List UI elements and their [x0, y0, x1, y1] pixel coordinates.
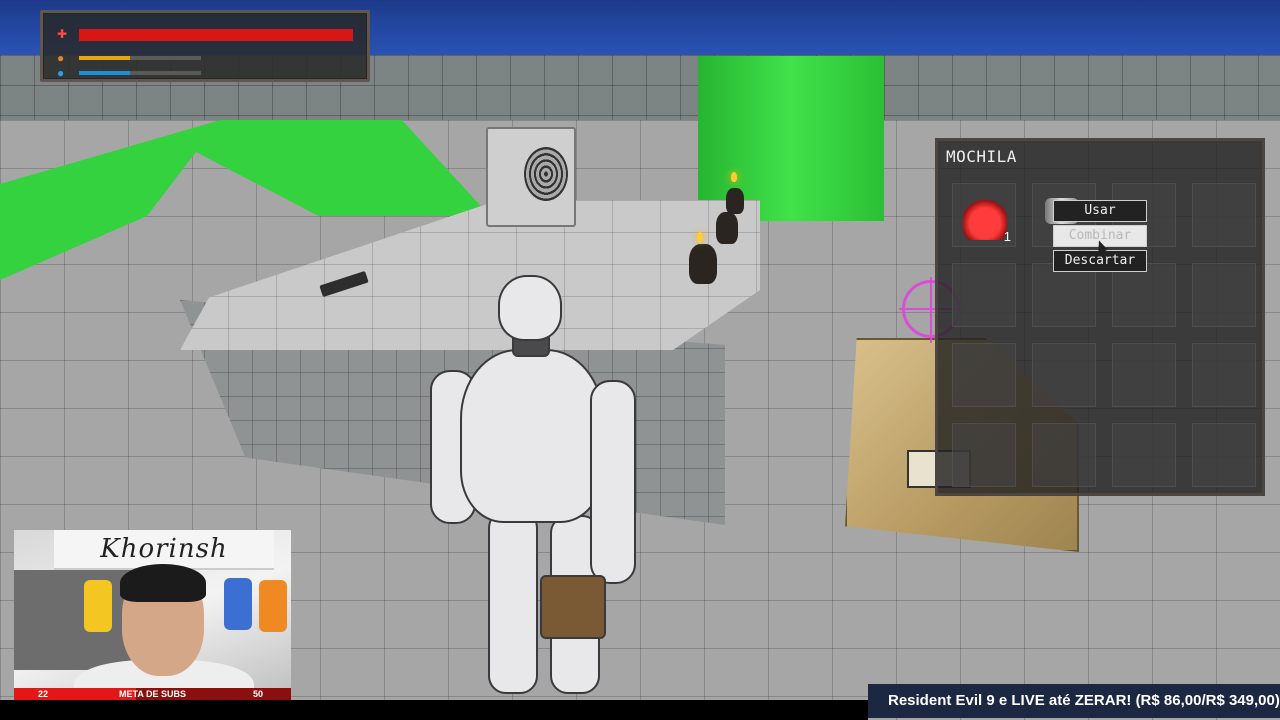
- inventory-slot[interactable]: [1192, 183, 1256, 247]
- thirst-track: [79, 71, 201, 75]
- clay-vase[interactable]: [689, 244, 717, 284]
- inventory-title: MOCHILA: [946, 147, 1017, 166]
- thirst-bar: ●: [57, 66, 357, 81]
- shelf: [14, 570, 134, 670]
- collectible-figure: [259, 580, 287, 632]
- webcam-overlay: Khorinsh: [14, 530, 291, 702]
- status-panel: ✚ ● ●: [40, 10, 370, 82]
- air-conditioner: [486, 127, 576, 227]
- health-bar: ✚: [57, 27, 357, 42]
- health-track: [79, 29, 353, 41]
- collectible-figure: [224, 578, 252, 630]
- inventory-slot[interactable]: [1192, 343, 1256, 407]
- item-context-menu: Usar Combinar Descartar: [1053, 200, 1149, 275]
- health-icon: ✚: [57, 27, 68, 41]
- character-holster: [540, 575, 606, 639]
- inventory-slot[interactable]: [1032, 423, 1096, 487]
- sub-goal-bar: META DE SUBS 22 50: [14, 688, 291, 700]
- donation-ticker: Resident Evil 9 e LIVE até ZERAR! (R$ 86…: [868, 684, 1280, 718]
- hunger-track: [79, 56, 201, 60]
- pickup-glow: [731, 172, 737, 182]
- sub-goal-label: META DE SUBS: [118, 689, 186, 699]
- inventory-slot[interactable]: [1112, 343, 1176, 407]
- item-count: 1: [1003, 229, 1011, 244]
- inventory-slot[interactable]: [952, 423, 1016, 487]
- hunger-fill: [79, 56, 131, 60]
- inventory-slot[interactable]: [1032, 343, 1096, 407]
- game-viewport[interactable]: ✚ ● ● MOCHILA 1 Usar Combinar Descartar …: [0, 0, 1280, 720]
- clay-vase[interactable]: [726, 188, 744, 214]
- health-fill: [79, 29, 353, 41]
- discard-button[interactable]: Descartar: [1053, 250, 1147, 272]
- character-torso: [460, 349, 604, 523]
- pickup-glow: [697, 232, 703, 242]
- hunger-bar: ●: [57, 51, 357, 66]
- inventory-slot[interactable]: [1112, 423, 1176, 487]
- thirst-fill: [79, 71, 131, 75]
- player-character: [430, 275, 640, 695]
- sub-goal-target: 50: [252, 689, 263, 699]
- use-button[interactable]: Usar: [1053, 200, 1147, 222]
- fan-grille: [524, 147, 568, 201]
- water-drop-icon: ●: [57, 66, 65, 80]
- character-arm-right: [590, 380, 636, 584]
- inventory-slot[interactable]: [1192, 423, 1256, 487]
- inventory-panel: MOCHILA 1: [935, 138, 1265, 496]
- character-head: [498, 275, 562, 341]
- food-icon: ●: [57, 51, 65, 65]
- streamer-hair: [120, 564, 206, 602]
- collectible-figure: [84, 580, 112, 632]
- inventory-slot[interactable]: 1: [952, 183, 1016, 247]
- letterbox-bar: [0, 700, 868, 720]
- inventory-slot[interactable]: [1192, 263, 1256, 327]
- inventory-slot[interactable]: [952, 263, 1016, 327]
- inventory-slot[interactable]: [952, 343, 1016, 407]
- sub-goal-current: 22: [38, 689, 49, 699]
- character-leg-left: [488, 510, 538, 694]
- red-potion-icon: [963, 192, 1007, 240]
- clay-vase[interactable]: [716, 212, 738, 244]
